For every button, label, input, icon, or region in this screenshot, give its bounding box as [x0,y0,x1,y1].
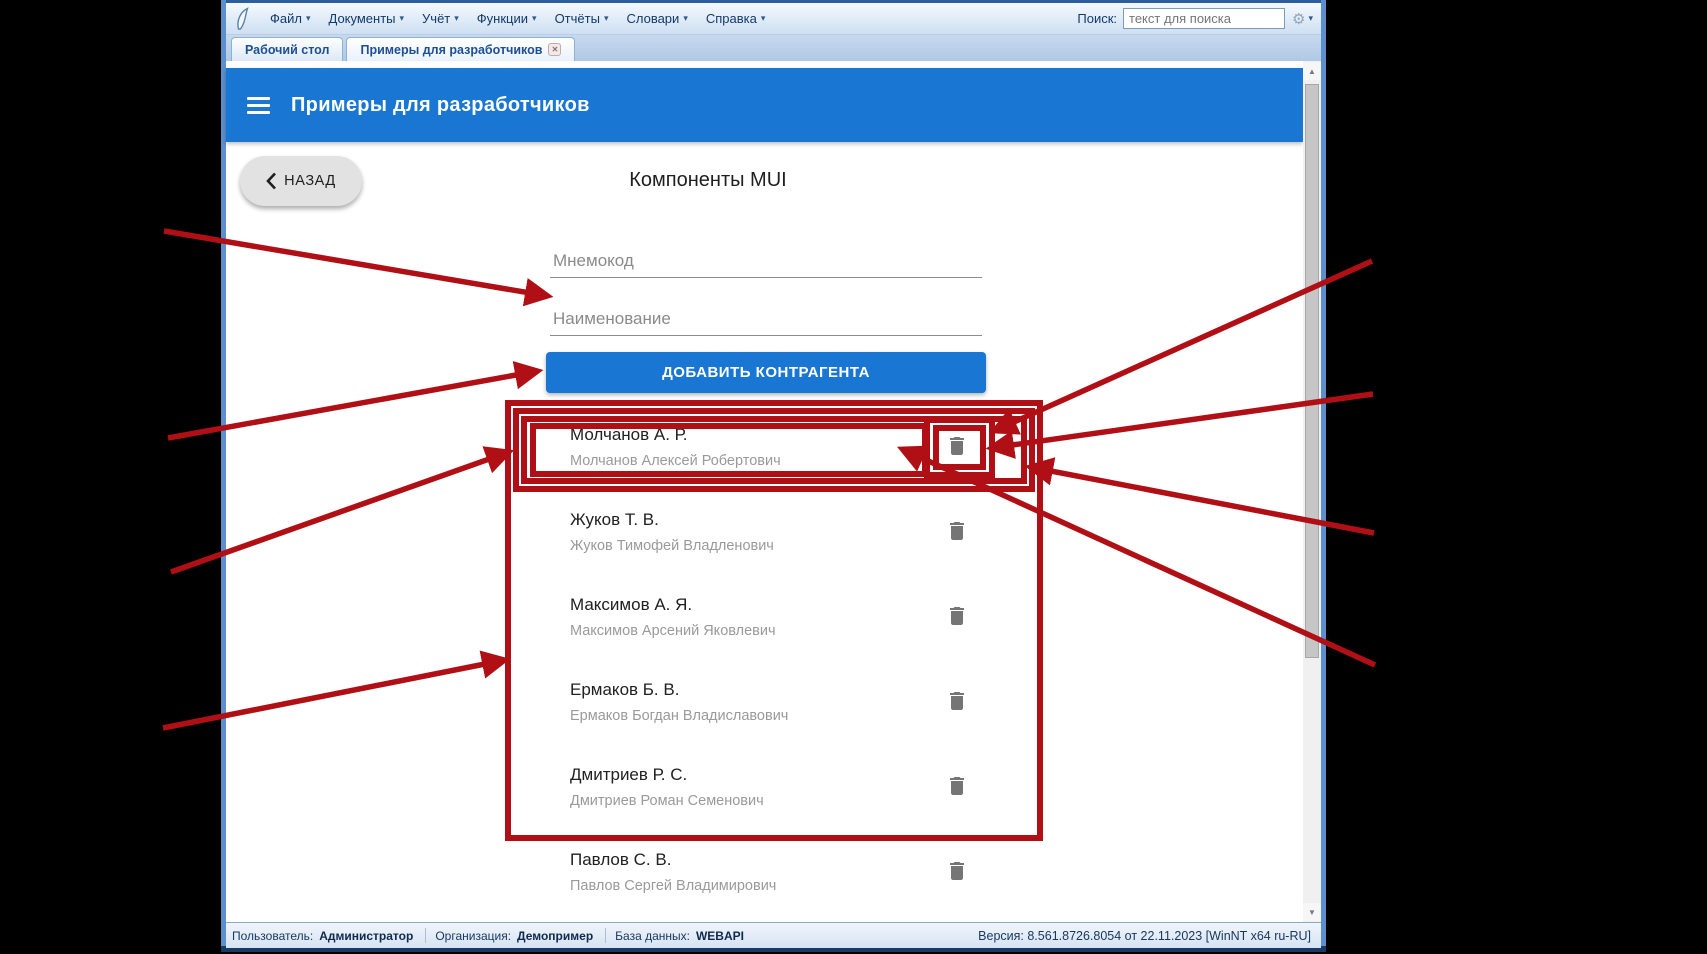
statusbar-divider [605,928,606,943]
trash-icon [945,434,969,458]
name-field-label: Наименование [553,309,671,329]
menu-file-label: Файл [270,11,302,26]
user-value: Администратор [319,929,413,943]
trash-icon [945,519,969,543]
chevron-down-icon: ▾ [1308,13,1313,24]
gear-icon: ⚙ [1292,10,1305,28]
version-text: Версия: 8.561.8726.8054 от 22.11.2023 [W… [978,929,1311,943]
scrollbar-down-button[interactable]: ▼ [1303,903,1321,921]
contact-short-name: Ермаков Б. В. [570,680,679,700]
contact-short-name: Жуков Т. В. [570,510,659,530]
tab-desktop-label: Рабочий стол [245,43,329,57]
menu-functions-label: Функции [477,11,528,26]
hamburger-menu-icon[interactable] [247,97,270,114]
menu-help[interactable]: Справка ▾ [697,6,775,32]
menu-documents-label: Документы [329,11,396,26]
organization-value: Демопример [517,929,593,943]
list-item[interactable]: Павлов С. В. Павлов Сергей Владимирович [546,828,986,913]
contact-short-name: Павлов С. В. [570,850,671,870]
contact-short-name: Дмитриев Р. С. [570,765,687,785]
chevron-down-icon: ▾ [454,13,459,24]
delete-button[interactable] [945,434,969,458]
delete-button[interactable] [945,689,969,713]
contact-full-name: Ермаков Богдан Владиславович [570,708,788,724]
tab-bar: Рабочий стол Примеры для разработчиков ✕ [226,35,1321,61]
contact-full-name: Молчанов Алексей Робертович [570,453,781,469]
menu-dictionaries-label: Словари [626,11,679,26]
name-field[interactable] [550,335,982,336]
search-label: Поиск: [1077,11,1117,26]
delete-button[interactable] [945,519,969,543]
mnemocode-field[interactable] [550,277,982,278]
contact-full-name: Максимов Арсений Яковлевич [570,623,776,639]
user-label: Пользователь: [232,929,313,943]
menu-help-label: Справка [706,11,757,26]
statusbar-divider [425,928,426,943]
appbar-title: Примеры для разработчиков [291,94,590,117]
list-item[interactable]: Дмитриев Р. С. Дмитриев Роман Семенович [546,743,986,828]
chevron-down-icon: ▾ [604,13,609,24]
menu-reports-label: Отчёты [555,11,600,26]
chevron-down-icon: ▾ [761,13,766,24]
menu-bar: Файл▾ Документы▾ Учёт▾ Функции▾ Отчёты▾ … [226,0,1321,35]
chevron-down-icon: ▾ [306,13,311,24]
chevron-down-icon: ▾ [532,13,537,24]
contact-full-name: Павлов Сергей Владимирович [570,878,776,894]
menu-reports[interactable]: Отчёты ▾ [546,6,618,32]
menu-accounting[interactable]: Учёт ▾ [413,6,468,32]
trash-icon [945,774,969,798]
page-title: Компоненты MUI [488,169,928,192]
menu-accounting-label: Учёт [422,11,450,26]
back-button-label: НАЗАД [284,173,336,189]
chevron-down-icon: ▾ [400,13,405,24]
menu-file[interactable]: Файл ▾ [261,6,320,32]
database-value: WEBAPI [696,929,744,943]
list-item[interactable]: Ермаков Б. В. Ермаков Богдан Владиславов… [546,658,986,743]
list-item[interactable]: Максимов А. Я. Максимов Арсений Яковлеви… [546,573,986,658]
delete-button[interactable] [945,859,969,883]
search-input[interactable] [1123,8,1285,29]
trash-icon [945,859,969,883]
tab-dev-examples-label: Примеры для разработчиков [360,43,542,57]
contact-short-name: Максимов А. Я. [570,595,692,615]
database-label: База данных: [615,929,690,943]
close-icon[interactable]: ✕ [548,43,561,56]
list-item[interactable]: Жуков Т. В. Жуков Тимофей Владленович [546,488,986,573]
scrollbar-up-button[interactable]: ▲ [1303,62,1321,80]
trash-icon [945,604,969,628]
list-item[interactable]: Молчанов А. Р. Молчанов Алексей Робертов… [546,403,986,488]
delete-button[interactable] [945,774,969,798]
contact-full-name: Дмитриев Роман Семенович [570,793,764,809]
search-settings-button[interactable]: ⚙ ▾ [1292,10,1313,28]
back-button[interactable]: НАЗАД [240,156,362,206]
contractor-list: Молчанов А. Р. Молчанов Алексей Робертов… [546,403,986,913]
menu-functions[interactable]: Функции ▾ [468,6,546,32]
tab-desktop[interactable]: Рабочий стол [231,37,343,61]
contact-full-name: Жуков Тимофей Владленович [570,538,774,554]
add-contractor-button[interactable]: ДОБАВИТЬ КОНТРАГЕНТА [546,352,986,393]
chevron-left-icon [266,172,277,190]
menu-documents[interactable]: Документы ▾ [320,6,414,32]
tab-dev-examples[interactable]: Примеры для разработчиков ✕ [346,37,575,61]
chevron-down-icon: ▾ [683,13,688,24]
app-logo-icon [235,7,251,31]
organization-label: Организация: [435,929,511,943]
trash-icon [945,689,969,713]
mnemocode-field-label: Мнемокод [553,251,634,271]
menu-dictionaries[interactable]: Словари ▾ [617,6,696,32]
screenshot-stage: Файл▾ Документы▾ Учёт▾ Функции▾ Отчёты▾ … [0,0,1707,954]
contact-short-name: Молчанов А. Р. [570,425,688,445]
scrollbar-thumb[interactable] [1305,84,1319,658]
delete-button[interactable] [945,604,969,628]
status-bar: Пользователь: Администратор Организация:… [226,922,1321,948]
